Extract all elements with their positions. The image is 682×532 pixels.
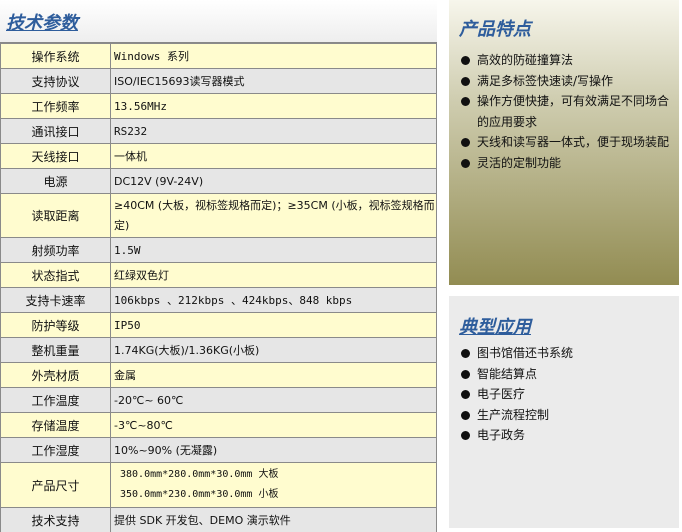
- list-item: 生产流程控制: [461, 405, 675, 426]
- features-list: 高效的防碰撞算法 满足多标签快速读/写操作 操作方便快捷，可有效满足不同场合的应…: [461, 50, 675, 173]
- row-label: 状态指式: [0, 262, 111, 288]
- bullet-icon: [461, 369, 470, 379]
- list-item-text: 智能结算点: [477, 366, 538, 381]
- features-title: 产品特点: [459, 19, 531, 40]
- table-row: 射频功率 1.5W: [0, 237, 437, 263]
- row-value: 10%~90% (无凝露): [110, 437, 437, 463]
- row-value: 1.74KG(大板)/1.36KG(小板): [110, 337, 437, 363]
- list-item-text: 生产流程控制: [477, 407, 550, 422]
- row-label: 工作湿度: [0, 437, 111, 463]
- row-value: IP50: [110, 312, 437, 338]
- row-label: 操作系统: [0, 43, 111, 69]
- row-label: 防护等级: [0, 312, 111, 338]
- list-item: 高效的防碰撞算法: [461, 50, 675, 71]
- table-row: 天线接口 一体机: [0, 143, 437, 169]
- row-value: 一体机: [110, 143, 437, 169]
- row-label: 通讯接口: [0, 118, 111, 144]
- table-row: 整机重量 1.74KG(大板)/1.36KG(小板): [0, 337, 437, 363]
- table-row: 电源 DC12V (9V-24V): [0, 168, 437, 194]
- row-label: 射频功率: [0, 237, 111, 263]
- row-label: 支持协议: [0, 68, 111, 94]
- row-value: 13.56MHz: [110, 93, 437, 119]
- list-item-text: 天线和读写器一体式，便于现场装配: [477, 135, 670, 149]
- row-value: ≥40CM (大板，视标签规格而定)；≥35CM (小板，视标签规格而定): [110, 193, 437, 238]
- row-label: 天线接口: [0, 143, 111, 169]
- list-item: 智能结算点: [461, 364, 675, 385]
- row-label: 工作温度: [0, 387, 111, 413]
- bullet-icon: [461, 138, 470, 147]
- list-item-text: 灵活的定制功能: [477, 155, 562, 170]
- table-row: 读取距离 ≥40CM (大板，视标签规格而定)；≥35CM (小板，视标签规格而…: [0, 193, 437, 238]
- row-value: 红绿双色灯: [110, 262, 437, 288]
- bullet-icon: [461, 390, 470, 399]
- row-value: 提供 SDK 开发包、DEMO 演示软件: [110, 507, 437, 532]
- list-item: 天线和读写器一体式，便于现场装配: [461, 132, 675, 153]
- spec-title: 技术参数: [6, 13, 78, 34]
- row-label: 电源: [0, 168, 111, 194]
- list-item-text: 图书馆借还书系统: [477, 346, 574, 360]
- list-item-text: 电子政务: [477, 428, 526, 442]
- row-label: 支持卡速率: [0, 287, 111, 313]
- table-row: 操作系统 Windows 系列: [0, 43, 437, 69]
- row-value-line: 350.0mm*230.0mm*30.0mm 小板: [120, 489, 279, 500]
- spec-table: 操作系统 Windows 系列 支持协议 ISO/IEC15693读写器模式 工…: [0, 43, 437, 532]
- row-value: 金属: [110, 362, 437, 388]
- row-value: -3℃~80℃: [110, 412, 437, 438]
- table-row: 技术支持 提供 SDK 开发包、DEMO 演示软件: [0, 507, 437, 532]
- table-row: 通讯接口 RS232: [0, 118, 437, 144]
- table-row: 存储温度 -3℃~80℃: [0, 412, 437, 438]
- row-value: DC12V (9V-24V): [110, 168, 437, 194]
- list-item: 满足多标签快速读/写操作: [461, 71, 675, 92]
- spec-header: 技术参数: [0, 0, 437, 43]
- bullet-icon: [461, 349, 470, 358]
- applications-title: 典型应用: [459, 317, 531, 338]
- list-item-text: 满足多标签快速读/写操作: [477, 73, 614, 88]
- row-value: RS232: [110, 118, 437, 144]
- list-item-text: 高效的防碰撞算法: [477, 53, 574, 67]
- row-label: 产品尺寸: [0, 462, 111, 508]
- table-row: 防护等级 IP50: [0, 312, 437, 338]
- features-panel: 产品特点 高效的防碰撞算法 满足多标签快速读/写操作 操作方便快捷，可有效满足不…: [449, 0, 679, 285]
- list-item-text: 操作方便快捷，可有效满足不同场合的应用要求: [477, 94, 670, 129]
- list-item: 操作方便快捷，可有效满足不同场合的应用要求: [461, 91, 675, 132]
- list-item: 灵活的定制功能: [461, 153, 675, 174]
- row-value: 380.0mm*280.0mm*30.0mm 大板 350.0mm*230.0m…: [110, 462, 437, 508]
- table-row: 状态指式 红绿双色灯: [0, 262, 437, 288]
- list-item: 电子医疗: [461, 384, 675, 405]
- table-row: 支持协议 ISO/IEC15693读写器模式: [0, 68, 437, 94]
- row-label: 外壳材质: [0, 362, 111, 388]
- bullet-icon: [461, 76, 470, 86]
- table-row: 外壳材质 金属: [0, 362, 437, 388]
- row-value: -20℃~ 60℃: [110, 387, 437, 413]
- row-value-line: 380.0mm*280.0mm*30.0mm 大板: [120, 469, 279, 480]
- row-value: 106kbps 、212kbps 、424kbps、848 kbps: [110, 287, 437, 313]
- list-item-text: 电子医疗: [477, 387, 526, 401]
- table-row: 产品尺寸 380.0mm*280.0mm*30.0mm 大板 350.0mm*2…: [0, 462, 437, 508]
- row-value: ISO/IEC15693读写器模式: [110, 68, 437, 94]
- applications-list: 图书馆借还书系统 智能结算点 电子医疗 生产流程控制 电子政务: [461, 343, 675, 446]
- bullet-icon: [461, 97, 470, 106]
- table-row: 工作频率 13.56MHz: [0, 93, 437, 119]
- row-value: 1.5W: [110, 237, 437, 263]
- bullet-icon: [461, 410, 470, 420]
- spec-section: 技术参数 操作系统 Windows 系列 支持协议 ISO/IEC15693读写…: [0, 0, 437, 532]
- list-item: 电子政务: [461, 425, 675, 446]
- bullet-icon: [461, 431, 470, 440]
- row-label: 工作频率: [0, 93, 111, 119]
- row-value: Windows 系列: [110, 43, 437, 69]
- table-row: 支持卡速率 106kbps 、212kbps 、424kbps、848 kbps: [0, 287, 437, 313]
- row-label: 读取距离: [0, 193, 111, 238]
- bullet-icon: [461, 158, 470, 168]
- bullet-icon: [461, 56, 470, 65]
- row-label: 整机重量: [0, 337, 111, 363]
- row-label: 技术支持: [0, 507, 111, 532]
- table-row: 工作湿度 10%~90% (无凝露): [0, 437, 437, 463]
- applications-panel: 典型应用 图书馆借还书系统 智能结算点 电子医疗 生产流程控制 电子政务: [449, 296, 679, 528]
- list-item: 图书馆借还书系统: [461, 343, 675, 364]
- row-label: 存储温度: [0, 412, 111, 438]
- table-row: 工作温度 -20℃~ 60℃: [0, 387, 437, 413]
